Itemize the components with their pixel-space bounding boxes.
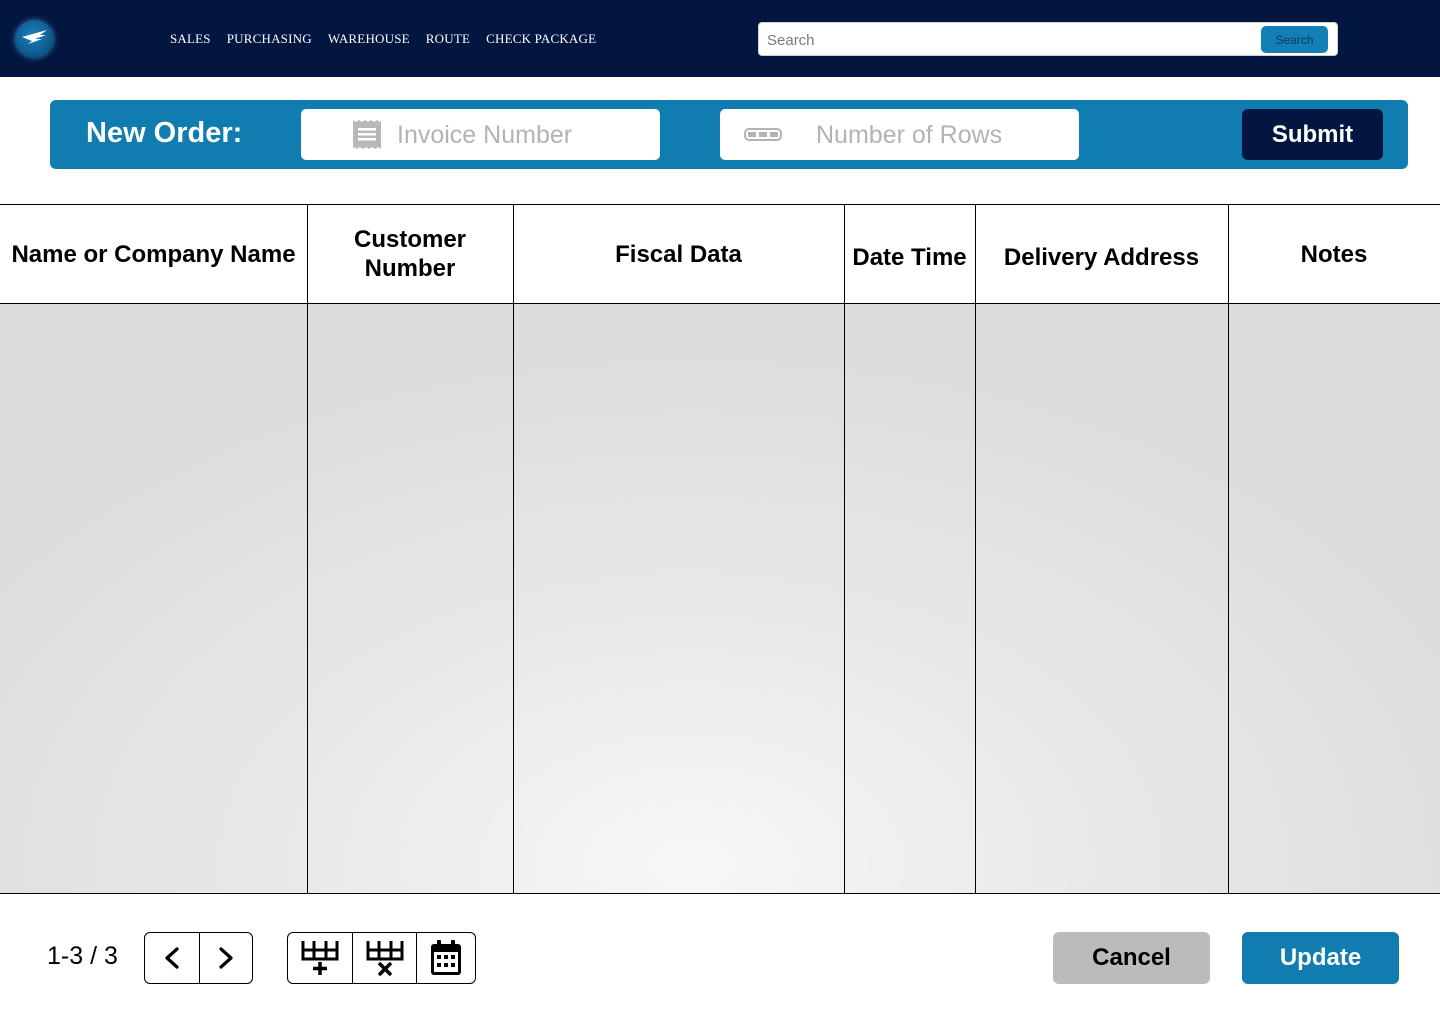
table-tools — [287, 932, 476, 984]
previous-page-button[interactable] — [145, 933, 200, 983]
chevron-right-icon — [219, 947, 233, 969]
nav-warehouse[interactable]: WAREHOUSE — [328, 31, 410, 47]
nav-check-package[interactable]: CHECK PACKAGE — [486, 31, 596, 47]
submit-button[interactable]: Submit — [1242, 109, 1383, 160]
column-divider — [307, 204, 308, 894]
number-of-rows-field — [720, 109, 1079, 160]
search-bar: Search — [758, 22, 1338, 56]
table-header: Name or Company Name Customer Number Fis… — [0, 204, 1440, 304]
column-divider — [1228, 204, 1229, 894]
new-order-bar: New Order: Submit — [50, 100, 1408, 169]
delete-row-icon — [366, 941, 403, 977]
search-button[interactable]: Search — [1261, 26, 1328, 53]
calendar-button[interactable] — [417, 933, 475, 983]
column-header-fiscal-data[interactable]: Fiscal Data — [513, 205, 844, 303]
receipt-icon — [352, 119, 382, 155]
column-divider — [513, 204, 514, 894]
nav-route[interactable]: ROUTE — [426, 31, 470, 47]
column-header-delivery-address[interactable]: Delivery Address — [975, 205, 1228, 303]
update-button[interactable]: Update — [1242, 932, 1399, 984]
table-body[interactable] — [0, 304, 1440, 894]
search-input[interactable] — [767, 29, 1247, 51]
pagination-controls — [144, 932, 253, 984]
nav-sales[interactable]: SALES — [170, 31, 211, 47]
invoice-number-input[interactable] — [397, 119, 647, 151]
next-page-button[interactable] — [200, 933, 252, 983]
nav-purchasing[interactable]: PURCHASING — [227, 31, 312, 47]
column-divider — [844, 204, 845, 894]
add-row-button[interactable] — [288, 933, 353, 983]
pagination-count: 1-3 / 3 — [47, 942, 118, 970]
column-header-notes[interactable]: Notes — [1228, 205, 1440, 303]
column-header-name[interactable]: Name or Company Name — [0, 205, 307, 303]
top-navbar: SALES PURCHASING WAREHOUSE ROUTE CHECK P… — [0, 0, 1440, 77]
main-nav: SALES PURCHASING WAREHOUSE ROUTE CHECK P… — [170, 31, 612, 47]
orders-table: Name or Company Name Customer Number Fis… — [0, 204, 1440, 894]
column-divider — [975, 204, 976, 894]
delete-row-button[interactable] — [353, 933, 417, 983]
calendar-icon — [431, 940, 461, 975]
new-order-title: New Order: — [86, 117, 243, 149]
rows-icon — [744, 128, 782, 146]
invoice-number-field — [301, 109, 660, 160]
add-row-icon — [301, 941, 339, 975]
number-of-rows-input[interactable] — [816, 119, 1066, 151]
cancel-button[interactable]: Cancel — [1053, 932, 1210, 984]
chevron-left-icon — [165, 947, 179, 969]
wing-logo-icon[interactable] — [15, 20, 54, 58]
column-header-customer-number[interactable]: Customer Number — [307, 205, 513, 303]
column-header-date-time[interactable]: Date Time — [844, 205, 975, 303]
